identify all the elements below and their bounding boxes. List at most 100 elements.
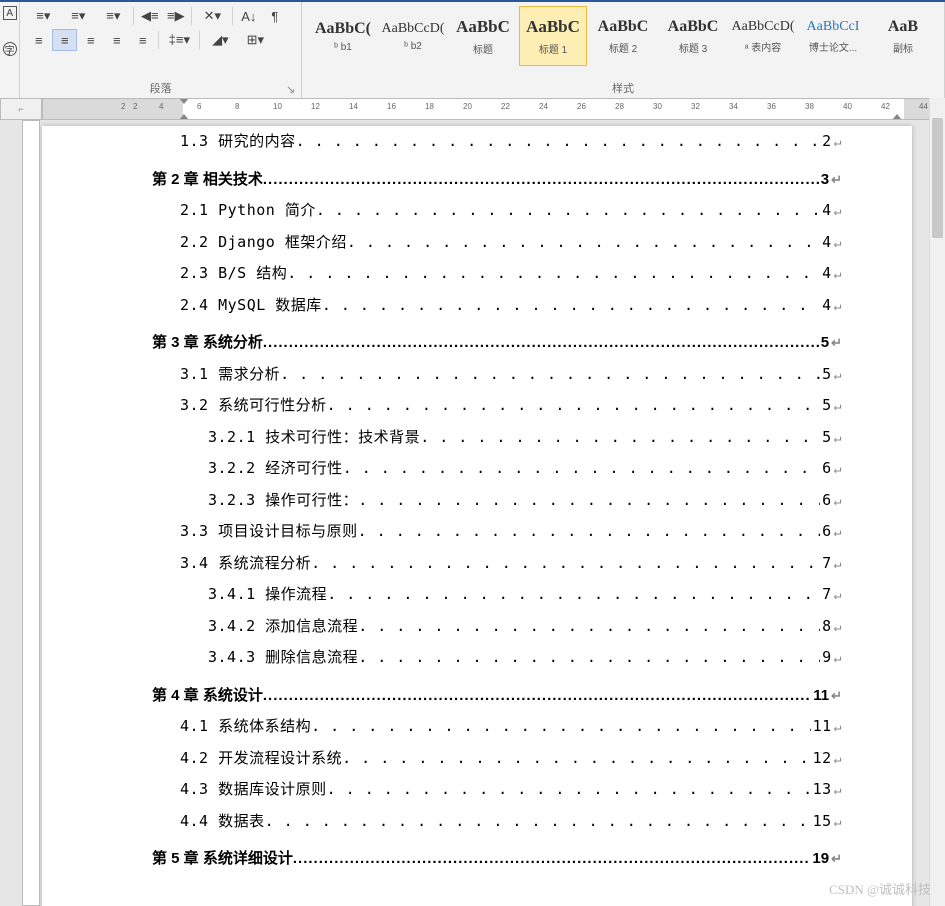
styles-group: AaBbC(ᵇ b1AaBbCcD(ᵇ b2AaBbC标题AaBbC标题 1Aa… xyxy=(302,2,945,98)
ruler-tick: 14 xyxy=(349,102,358,111)
style-item-标题[interactable]: AaBbC标题 xyxy=(449,6,517,66)
toc-text: 3.4.1 操作流程 xyxy=(208,579,327,611)
toc-entry[interactable]: 4.1 系统体系结构11↵ xyxy=(152,711,842,743)
numbering-button[interactable]: ≡▾ xyxy=(61,5,95,27)
toc-leader xyxy=(420,422,820,454)
toc-text: 4.3 数据库设计原则 xyxy=(180,774,327,806)
toc-text: 3.2.2 经济可行性 xyxy=(208,453,343,485)
toc-leader xyxy=(296,126,821,158)
text-direction-button[interactable]: ✕▾ xyxy=(195,5,229,27)
toc-entry[interactable]: 第 2 章 相关技术3↵ xyxy=(152,164,842,196)
toc-leader xyxy=(358,642,820,674)
toc-page-number: 6 xyxy=(820,516,832,548)
toc-entry[interactable]: 3.2 系统可行性分析5↵ xyxy=(152,390,842,422)
toc-entry[interactable]: 4.3 数据库设计原则13↵ xyxy=(152,774,842,806)
toc-entry[interactable]: 2.2 Django 框架介绍4↵ xyxy=(152,227,842,259)
toc-entry[interactable]: 第 4 章 系统设计11↵ xyxy=(152,680,842,712)
align-center-button[interactable]: ≡ xyxy=(52,29,77,51)
borders-button[interactable]: ⊞▾ xyxy=(238,29,272,51)
shading-button[interactable]: ◢▾ xyxy=(203,29,237,51)
style-item-副标[interactable]: AaB副标 xyxy=(869,6,937,66)
style-item-ᵃ-表内容[interactable]: AaBbCcD(ᵃ 表内容 xyxy=(729,6,797,66)
toc-entry[interactable]: 2.1 Python 简介4↵ xyxy=(152,195,842,227)
ruler-tick: 2 xyxy=(133,102,137,111)
toc-entry[interactable]: 3.1 需求分析5↵ xyxy=(152,359,842,391)
toc-entry[interactable]: 1.3 研究的内容2↵ xyxy=(152,126,842,158)
toc-leader xyxy=(347,227,820,259)
enclose-char-icon[interactable]: 字 xyxy=(3,42,17,56)
align-left-button[interactable]: ≡ xyxy=(26,29,51,51)
align-right-button[interactable]: ≡ xyxy=(78,29,103,51)
justify-button[interactable]: ≡ xyxy=(104,29,129,51)
ruler-tick: 36 xyxy=(767,102,776,111)
multilevel-list-button[interactable]: ≡▾ xyxy=(96,5,130,27)
first-line-indent-marker[interactable] xyxy=(179,98,189,104)
toc-page-number: 5 xyxy=(820,359,832,391)
show-marks-button[interactable]: ¶ xyxy=(262,5,287,27)
toc-entry[interactable]: 3.4.1 操作流程 7↵ xyxy=(152,579,842,611)
toc-entry[interactable]: 3.3 项目设计目标与原则6↵ xyxy=(152,516,842,548)
scroll-thumb[interactable] xyxy=(932,118,943,238)
paragraph-mark-icon: ↵ xyxy=(834,746,842,773)
style-item-标题-3[interactable]: AaBbC标题 3 xyxy=(659,6,727,66)
style-item-ᵇ-b1[interactable]: AaBbC(ᵇ b1 xyxy=(309,6,377,66)
style-item-ᵇ-b2[interactable]: AaBbCcD(ᵇ b2 xyxy=(379,6,447,66)
toc-entry[interactable]: 第 3 章 系统分析5↵ xyxy=(152,327,842,359)
toc-page-number: 7 xyxy=(820,579,832,611)
style-item-标题-1[interactable]: AaBbC标题 1 xyxy=(519,6,587,66)
increase-indent-button[interactable]: ≡▶ xyxy=(163,5,188,27)
paragraph-mark-icon: ↵ xyxy=(834,456,842,483)
toc-entry[interactable]: 2.4 MySQL 数据库4↵ xyxy=(152,290,842,322)
tab-selector[interactable]: ⌐ xyxy=(0,98,42,120)
toc-entry[interactable]: 4.2 开发流程设计系统12↵ xyxy=(152,743,842,775)
vertical-ruler[interactable] xyxy=(22,120,40,906)
paragraph-mark-icon: ↵ xyxy=(831,682,842,709)
toc-text: 3.2.3 操作可行性： xyxy=(208,485,358,517)
paragraph-launcher-icon[interactable]: ↘ xyxy=(286,83,298,95)
toc-text: 4.1 系统体系结构 xyxy=(180,711,311,743)
sort-button[interactable]: A↓ xyxy=(236,5,261,27)
toc-entry[interactable]: 3.2.2 经济可行性6↵ xyxy=(152,453,842,485)
toc-entry[interactable]: 第 5 章 系统详细设计19↵ xyxy=(152,843,842,875)
toc-entry[interactable]: 3.4 系统流程分析7↵ xyxy=(152,548,842,580)
ruler-tick: 42 xyxy=(881,102,890,111)
document-area[interactable]: 1.3 研究的内容2↵第 2 章 相关技术3↵2.1 Python 简介4↵2.… xyxy=(0,120,945,906)
line-spacing-button[interactable]: ‡≡▾ xyxy=(162,29,196,51)
toc-entry[interactable]: 3.4.3 删除信息流程9↵ xyxy=(152,642,842,674)
ruler-tick: 24 xyxy=(539,102,548,111)
toc-entry[interactable]: 3.2.3 操作可行性：6↵ xyxy=(152,485,842,517)
toc-page-number: 4 xyxy=(820,258,832,290)
styles-gallery[interactable]: AaBbC(ᵇ b1AaBbCcD(ᵇ b2AaBbC标题AaBbC标题 1Aa… xyxy=(308,5,938,69)
toc-page-number: 13 xyxy=(811,774,832,806)
style-item-博士论文...[interactable]: AaBbCcI博士论文... xyxy=(799,6,867,66)
paragraph-group: ≡▾ ≡▾ ≡▾ ◀≡ ≡▶ ✕▾ A↓ ¶ ≡ ≡ ≡ ≡ ≡ ‡≡▾ ◢▾ … xyxy=(20,2,302,98)
toc-entry[interactable]: 2.3 B/S 结构4↵ xyxy=(152,258,842,290)
distributed-button[interactable]: ≡ xyxy=(130,29,155,51)
toc-leader xyxy=(263,680,811,712)
toc-leader xyxy=(280,359,820,391)
font-color-icon[interactable]: A xyxy=(3,6,17,20)
paragraph-mark-icon: ↵ xyxy=(834,425,842,452)
style-item-标题-2[interactable]: AaBbC标题 2 xyxy=(589,6,657,66)
paragraph-mark-icon: ↵ xyxy=(834,362,842,389)
toc-entry[interactable]: 4.4 数据表15↵ xyxy=(152,806,842,838)
toc-text: 第 2 章 相关技术 xyxy=(152,164,263,196)
paragraph-mark-icon: ↵ xyxy=(834,645,842,672)
toc-entry[interactable]: 3.2.1 技术可行性：技术背景5↵ xyxy=(152,422,842,454)
toc-entry[interactable]: 3.4.2 添加信息流程8↵ xyxy=(152,611,842,643)
horizontal-ruler[interactable]: ⌐ 22468101214161820222426283032343638404… xyxy=(0,98,945,120)
toc-page-number: 3 xyxy=(819,164,829,196)
toc-page-number: 6 xyxy=(820,485,832,517)
paragraph-group-label: 段落 xyxy=(20,80,301,96)
toc-leader xyxy=(322,290,820,322)
paragraph-mark-icon: ↵ xyxy=(834,582,842,609)
document-page[interactable]: 1.3 研究的内容2↵第 2 章 相关技术3↵2.1 Python 简介4↵2.… xyxy=(42,126,912,906)
toc-text: 第 4 章 系统设计 xyxy=(152,680,263,712)
watermark-text: CSDN @诚诚科技 xyxy=(829,879,931,898)
decrease-indent-button[interactable]: ◀≡ xyxy=(137,5,162,27)
toc-text: 1.3 研究的内容 xyxy=(180,126,296,158)
ruler-tick: 12 xyxy=(311,102,320,111)
bullets-button[interactable]: ≡▾ xyxy=(26,5,60,27)
vertical-scrollbar[interactable] xyxy=(929,98,945,906)
paragraph-mark-icon: ↵ xyxy=(831,845,842,872)
